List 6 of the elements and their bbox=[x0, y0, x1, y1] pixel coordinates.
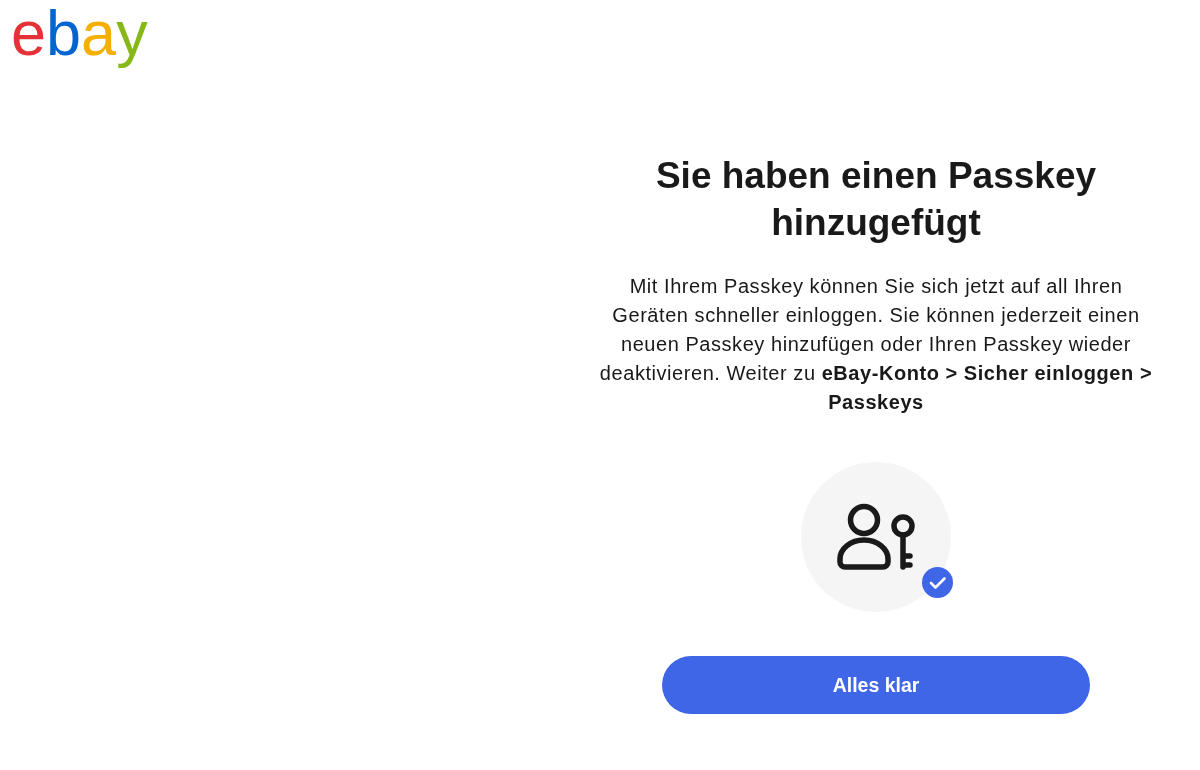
check-icon bbox=[922, 567, 953, 598]
dialog-message: Mit Ihrem Passkey können Sie sich jetzt auf all Ihren Geräten schneller einloggen. Sie können jederzeit einen neuen Passkey hinzufügen oder Ihren Passkey wieder deaktivieren. Weiter zu eBay-Konto > Sicher einloggen > Passkeys bbox=[598, 274, 1154, 415]
confirm-button[interactable]: Alles klar bbox=[662, 656, 1090, 714]
logo: ebay bbox=[11, 0, 148, 69]
dialog-title: Sie haben einen Passkey hinzugefügt bbox=[654, 154, 1098, 245]
person-key-icon bbox=[801, 462, 951, 612]
